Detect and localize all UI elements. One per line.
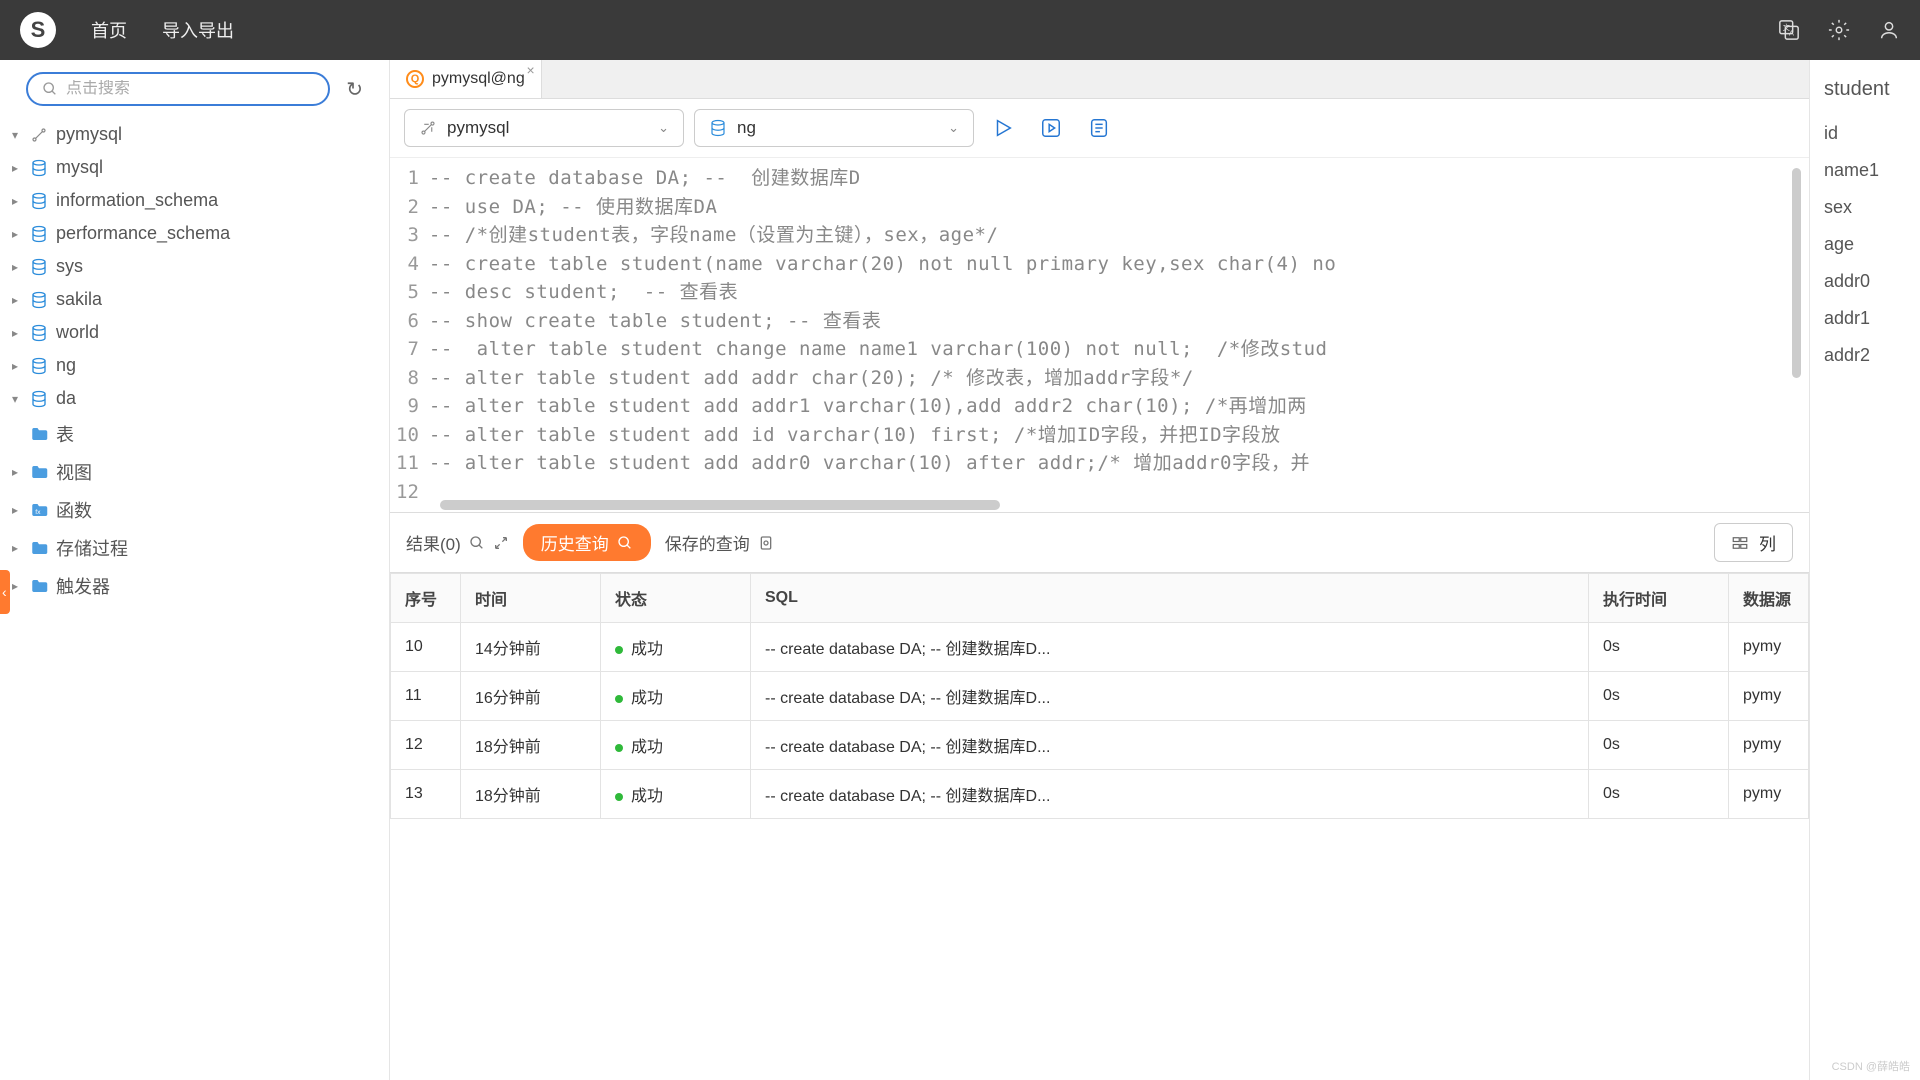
user-icon[interactable] bbox=[1878, 19, 1900, 41]
tree-db-world[interactable]: ▸world bbox=[8, 316, 381, 349]
search-input-wrap[interactable] bbox=[26, 72, 330, 106]
columns-button[interactable]: 列 bbox=[1714, 523, 1793, 562]
tabbar: Q pymysql@ng × bbox=[390, 60, 1809, 99]
th-time[interactable]: 时间 bbox=[461, 574, 601, 623]
svg-text:fx: fx bbox=[35, 509, 41, 516]
history-table: 序号时间状态SQL执行时间数据源 1014分钟前成功-- create data… bbox=[390, 573, 1809, 1080]
database-label: ng bbox=[737, 118, 756, 138]
column-addr2[interactable]: addr2 bbox=[1824, 337, 1906, 374]
saved-label: 保存的查询 bbox=[665, 530, 750, 555]
svg-text:A: A bbox=[1789, 29, 1794, 38]
results-label: 结果(0) bbox=[406, 530, 461, 555]
nav-import-export[interactable]: 导入导出 bbox=[162, 17, 234, 43]
tree-triggers[interactable]: ▸触发器 bbox=[8, 567, 381, 605]
query-icon: Q bbox=[406, 70, 424, 88]
tree-functions[interactable]: ▸fx函数 bbox=[8, 491, 381, 529]
settings-icon[interactable] bbox=[1828, 19, 1850, 41]
history-label: 历史查询 bbox=[541, 530, 609, 555]
database-select[interactable]: ng ⌄ bbox=[694, 109, 974, 147]
tree-connection[interactable]: ▾pymysql bbox=[8, 118, 381, 151]
history-tab[interactable]: 历史查询 bbox=[523, 524, 651, 561]
th-status[interactable]: 状态 bbox=[601, 574, 751, 623]
editor-hscrollbar[interactable] bbox=[440, 500, 1000, 510]
column-sex[interactable]: sex bbox=[1824, 189, 1906, 226]
app-logo[interactable]: S bbox=[20, 12, 56, 48]
saved-tab[interactable]: 保存的查询 bbox=[665, 530, 774, 555]
explain-button[interactable] bbox=[1080, 113, 1118, 143]
chevron-down-icon: ⌄ bbox=[948, 120, 959, 136]
connection-select[interactable]: pymysql ⌄ bbox=[404, 109, 684, 147]
editor-vscrollbar[interactable] bbox=[1792, 168, 1801, 378]
bookmark-icon bbox=[758, 535, 774, 551]
column-addr1[interactable]: addr1 bbox=[1824, 300, 1906, 337]
right-panel: student idname1sexageaddr0addr1addr2 bbox=[1810, 60, 1920, 1080]
tab-active[interactable]: Q pymysql@ng × bbox=[390, 60, 542, 98]
collapse-sidebar-button[interactable]: ‹ bbox=[0, 570, 10, 614]
right-panel-title[interactable]: student bbox=[1824, 78, 1906, 101]
results-bar: 结果(0) 历史查询 保存的查询 列 bbox=[390, 512, 1809, 573]
main-panel: Q pymysql@ng × pymysql ⌄ ng ⌄ 1234567891… bbox=[390, 60, 1810, 1080]
search-icon bbox=[42, 81, 58, 97]
table-row[interactable]: 1318分钟前成功-- create database DA; -- 创建数据库… bbox=[391, 770, 1809, 819]
tree-db-mysql[interactable]: ▸mysql bbox=[8, 151, 381, 184]
table-row[interactable]: 1014分钟前成功-- create database DA; -- 创建数据库… bbox=[391, 623, 1809, 672]
tree-db-sys[interactable]: ▸sys bbox=[8, 250, 381, 283]
tree-db-ng[interactable]: ▸ng bbox=[8, 349, 381, 382]
results-tab[interactable]: 结果(0) bbox=[406, 530, 509, 555]
chevron-down-icon: ⌄ bbox=[658, 120, 669, 136]
database-icon bbox=[709, 119, 727, 137]
expand-icon[interactable] bbox=[493, 535, 509, 551]
watermark: CSDN @薛皓皓 bbox=[1832, 1058, 1910, 1074]
th-src[interactable]: 数据源 bbox=[1729, 574, 1809, 623]
tree-db-information_schema[interactable]: ▸information_schema bbox=[8, 184, 381, 217]
columns-icon bbox=[1731, 534, 1749, 552]
tree-db-da[interactable]: ▾da bbox=[8, 382, 381, 415]
table-row[interactable]: 1116分钟前成功-- create database DA; -- 创建数据库… bbox=[391, 672, 1809, 721]
connection-icon bbox=[419, 119, 437, 137]
column-addr0[interactable]: addr0 bbox=[1824, 263, 1906, 300]
table-row[interactable]: 1218分钟前成功-- create database DA; -- 创建数据库… bbox=[391, 721, 1809, 770]
th-dur[interactable]: 执行时间 bbox=[1589, 574, 1729, 623]
search-input[interactable] bbox=[66, 80, 314, 98]
refresh-icon[interactable]: ↻ bbox=[346, 77, 363, 102]
tree-procedures[interactable]: ▸存储过程 bbox=[8, 529, 381, 567]
toolbar: pymysql ⌄ ng ⌄ bbox=[390, 99, 1809, 158]
th-sql[interactable]: SQL bbox=[751, 574, 1589, 623]
run-button[interactable] bbox=[984, 113, 1022, 143]
tree-db-sakila[interactable]: ▸sakila bbox=[8, 283, 381, 316]
th-seq[interactable]: 序号 bbox=[391, 574, 461, 623]
search-icon bbox=[469, 535, 485, 551]
columns-label: 列 bbox=[1759, 530, 1776, 555]
connection-label: pymysql bbox=[447, 118, 509, 138]
sql-editor[interactable]: 123456789101112 -- create database DA; -… bbox=[390, 158, 1809, 512]
sidebar: ‹ ↻ ▾pymysql▸mysql▸information_schema▸pe… bbox=[0, 60, 390, 1080]
tree-views[interactable]: ▸视图 bbox=[8, 453, 381, 491]
tree-db-performance_schema[interactable]: ▸performance_schema bbox=[8, 217, 381, 250]
tab-close-icon[interactable]: × bbox=[527, 62, 535, 78]
tab-label: pymysql@ng bbox=[432, 70, 525, 88]
run-selection-button[interactable] bbox=[1032, 113, 1070, 143]
topbar: S 首页 导入导出 文A bbox=[0, 0, 1920, 60]
nav-home[interactable]: 首页 bbox=[91, 17, 127, 43]
search-icon bbox=[617, 535, 633, 551]
tree-tables[interactable]: 表 bbox=[8, 415, 381, 453]
column-id[interactable]: id bbox=[1824, 115, 1906, 152]
translate-icon[interactable]: 文A bbox=[1778, 19, 1800, 41]
column-name1[interactable]: name1 bbox=[1824, 152, 1906, 189]
column-age[interactable]: age bbox=[1824, 226, 1906, 263]
